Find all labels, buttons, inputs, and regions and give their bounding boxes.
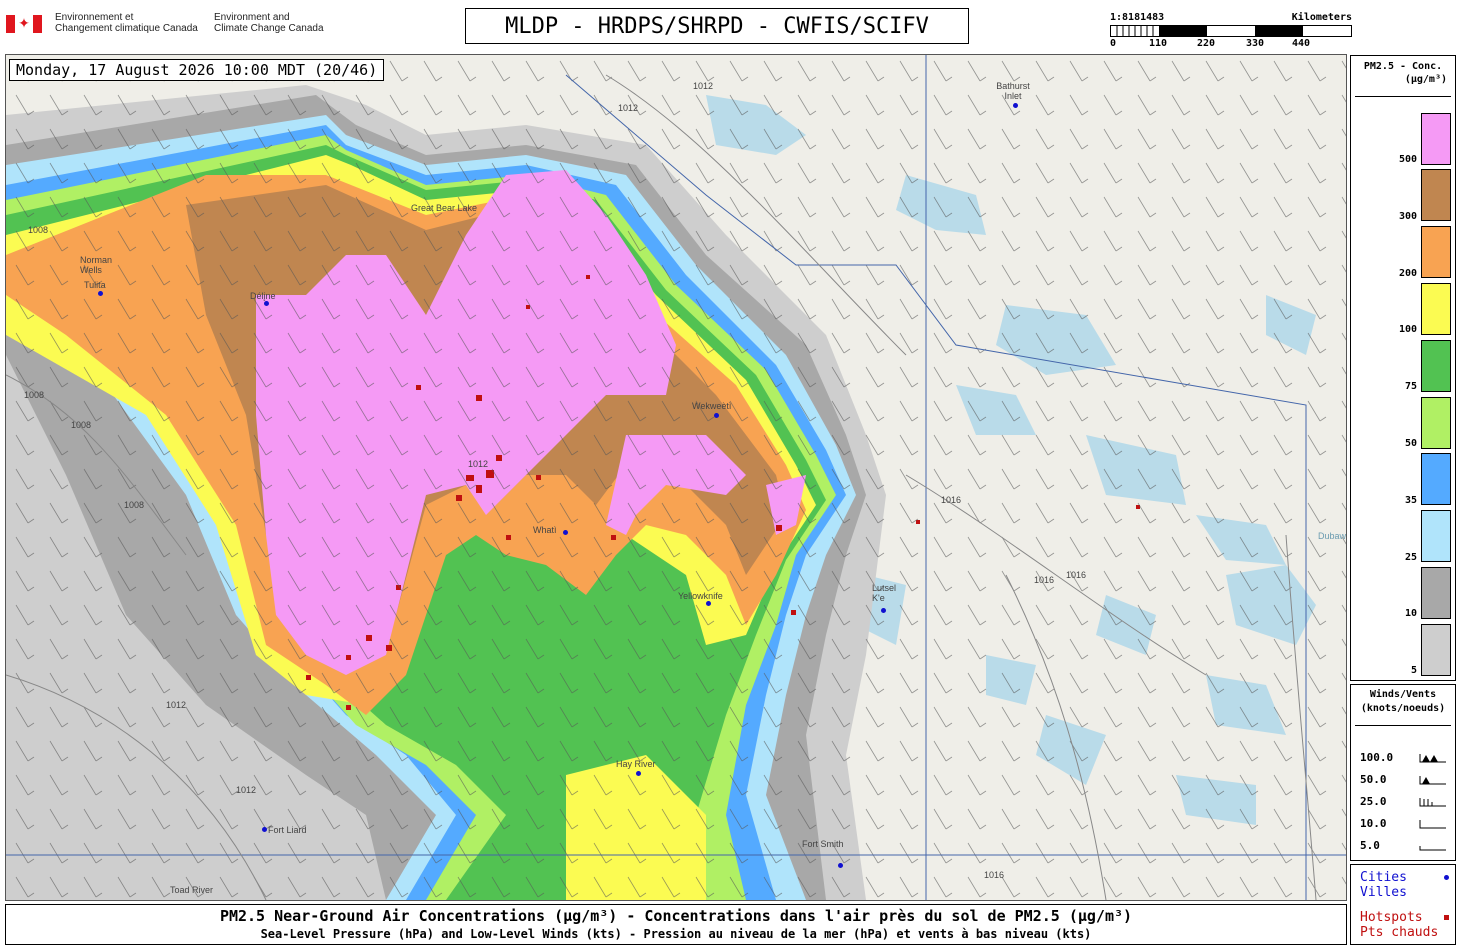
wind-legend-row: 50.0 xyxy=(1360,773,1450,789)
cities-key: Cities Villes xyxy=(1360,870,1449,900)
city-marker[interactable] xyxy=(98,291,103,296)
legend-swatch xyxy=(1421,169,1451,221)
city-marker[interactable] xyxy=(881,608,886,613)
legend-swatch xyxy=(1421,226,1451,278)
city-label: Norman Wells xyxy=(80,255,113,275)
legend-title: PM2.5 - Conc. (µg/m³) xyxy=(1363,61,1447,85)
city-marker[interactable] xyxy=(563,530,568,535)
legend-swatch xyxy=(1421,453,1451,505)
city-dot-icon xyxy=(1444,875,1449,880)
legend-value: 300 xyxy=(1398,211,1417,222)
eccc-logo: ✦ Environnement et Changement climatique… xyxy=(6,12,336,38)
city-label: Toad River xyxy=(170,885,214,895)
isobar-label: 1012 xyxy=(166,700,187,710)
city-marker[interactable] xyxy=(706,601,711,606)
isobar-label: 1016 xyxy=(984,870,1005,880)
org-name-en: Environment and Climate Change Canada xyxy=(214,12,324,34)
legend-swatch xyxy=(1421,283,1451,335)
city-label: Fort Liard xyxy=(268,825,307,835)
map-caption: PM2.5 Near-Ground Air Concentrations (µg… xyxy=(5,904,1347,945)
city-label: Lutsel K'e xyxy=(872,583,897,603)
city-marker[interactable] xyxy=(262,827,267,832)
legend-swatch xyxy=(1421,624,1451,676)
isobar-label: 1012 xyxy=(693,81,714,91)
isobar-label: 1008 xyxy=(71,420,92,430)
wind-legend-row: 100.0 xyxy=(1360,751,1450,767)
lake-label: Dubawnt Lake xyxy=(1318,531,1347,541)
scale-bar-graphic xyxy=(1110,25,1352,37)
lake-label: Great Bear Lake xyxy=(411,203,478,213)
scale-tick: 440 xyxy=(1291,38,1311,49)
scale-tick: 330 xyxy=(1245,38,1265,49)
hotspot-square-icon xyxy=(1444,915,1449,920)
legend-value: 200 xyxy=(1398,268,1417,279)
legend-swatch xyxy=(1421,397,1451,449)
isobar-label: 1008 xyxy=(24,390,45,400)
isobar-label: 1012 xyxy=(618,103,639,113)
isobar-label: 1008 xyxy=(28,225,49,235)
canada-flag-icon: ✦ xyxy=(6,15,42,33)
map-title: MLDP - HRDPS/SHRPD - CWFIS/SCIFV xyxy=(465,8,969,44)
legend-swatch xyxy=(1421,340,1451,392)
isobar-label: 1012 xyxy=(236,785,257,795)
city-label: Délįne xyxy=(250,291,276,301)
legend-value: 35 xyxy=(1404,495,1417,506)
map-canvas[interactable]: Monday, 17 August 2026 10:00 MDT (20/46)… xyxy=(5,54,1347,901)
city-label: Tulita xyxy=(84,280,106,290)
scale-tick: 110 xyxy=(1148,38,1168,49)
scale-ratio: 1:8181483 xyxy=(1110,12,1165,23)
city-label: Yellowknife xyxy=(678,591,723,601)
legend-value: 25 xyxy=(1404,552,1417,563)
scale-tick: 0 xyxy=(1110,38,1117,49)
symbol-legend: Cities Villes Hotspots Pts chauds xyxy=(1350,864,1456,945)
caption-line-1: PM2.5 Near-Ground Air Concentrations (µg… xyxy=(219,907,1133,925)
city-label: Whatì xyxy=(533,525,557,535)
legend-swatch xyxy=(1421,113,1451,165)
wind-barbs xyxy=(6,55,1346,900)
caption-line-2: Sea-Level Pressure (hPa) and Low-Level W… xyxy=(260,927,1092,941)
legend-swatch xyxy=(1421,567,1451,619)
city-marker[interactable] xyxy=(838,863,843,868)
city-label: Wekweètì xyxy=(692,401,732,411)
hotspots-key: Hotspots Pts chauds xyxy=(1360,910,1449,940)
wind-legend-row: 10.0 xyxy=(1360,817,1450,833)
isobar-label: 1016 xyxy=(1066,570,1087,580)
wind-barb-icon xyxy=(1419,798,1446,807)
isobar-label: 1016 xyxy=(941,495,962,505)
isobar-label: 1012 xyxy=(468,459,489,469)
concentration-legend: PM2.5 - Conc. (µg/m³) 500 300 200 100 75… xyxy=(1350,55,1456,681)
city-label: Bathurst Inlet xyxy=(996,81,1030,101)
legend-value: 10 xyxy=(1404,608,1417,619)
legend-value: 500 xyxy=(1398,154,1417,165)
scale-bar: 1:8181483 Kilometers 0 110 220 330 440 xyxy=(1110,12,1352,52)
org-name-fr: Environnement et Changement climatique C… xyxy=(55,12,198,34)
legend-swatch xyxy=(1421,510,1451,562)
wind-barb-icon xyxy=(1419,754,1446,763)
legend-value: 50 xyxy=(1404,438,1417,449)
legend-value: 100 xyxy=(1398,324,1417,335)
wind-legend-title: Winds/Vents (knots/noeuds) xyxy=(1360,689,1446,714)
city-marker[interactable] xyxy=(1013,103,1018,108)
wind-legend-row: 5.0 xyxy=(1360,839,1450,855)
wind-barb-icon xyxy=(1419,776,1446,785)
isobar-label: 1008 xyxy=(124,500,145,510)
city-marker[interactable] xyxy=(636,771,641,776)
city-label: Hay River xyxy=(616,759,656,769)
city-label: Fort Smith xyxy=(802,839,844,849)
wind-barb-icon xyxy=(1419,820,1446,829)
isobar-label: 1016 xyxy=(1034,575,1055,585)
wind-legend: Winds/Vents (knots/noeuds) 100.0 50.0 25… xyxy=(1350,684,1456,861)
legend-value: 5 xyxy=(1410,665,1417,676)
wind-legend-row: 25.0 xyxy=(1360,795,1450,811)
scale-unit: Kilometers xyxy=(1291,12,1352,23)
wind-barb-icon xyxy=(1419,846,1446,851)
forecast-timestamp: Monday, 17 August 2026 10:00 MDT (20/46) xyxy=(9,59,385,81)
legend-value: 75 xyxy=(1404,381,1417,392)
scale-tick: 220 xyxy=(1196,38,1216,49)
city-marker[interactable] xyxy=(264,301,269,306)
plume-map-svg xyxy=(6,55,1346,900)
city-marker[interactable] xyxy=(714,413,719,418)
